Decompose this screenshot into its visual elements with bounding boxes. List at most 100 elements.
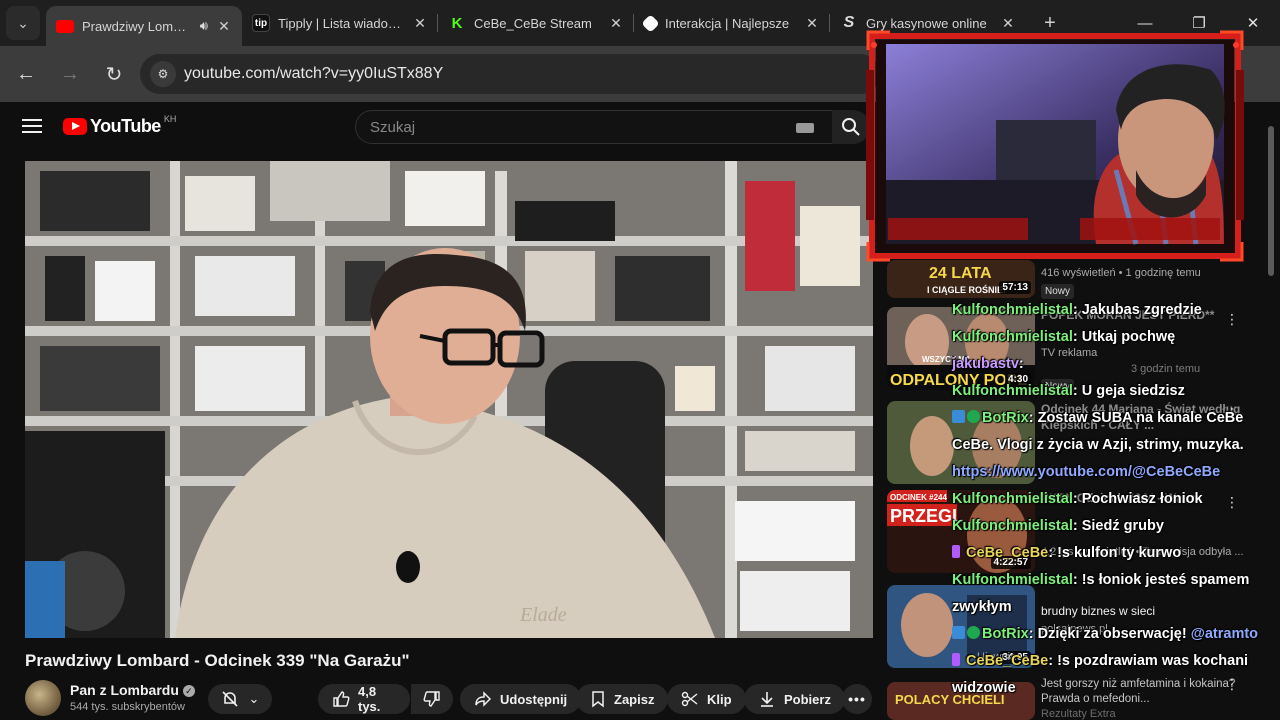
channel-name[interactable]: Pan z Lombardu: [70, 682, 179, 698]
clip-label: Klip: [707, 691, 732, 707]
casino-favicon-icon: S: [843, 14, 855, 31]
chat-message: Kulfonchmielistal: Pochwiasz łoniok: [952, 486, 1272, 513]
streamer-webcam-overlay: [866, 30, 1244, 262]
save-button[interactable]: Zapisz: [576, 684, 669, 714]
bell-off-icon: [221, 691, 238, 707]
browser-tab-youtube[interactable]: Prawdziwy Lombard - Odcinek 339 🔊︎ ✕: [46, 6, 242, 46]
download-button[interactable]: Pobierz: [744, 684, 845, 714]
chat-username[interactable]: CeBe_CeBe: [966, 653, 1048, 669]
chat-link[interactable]: https://www.youtube.com/@CeBeCeBe: [952, 464, 1220, 480]
thumbs-up-icon: [333, 691, 350, 707]
browser-tab-tipply[interactable]: tip Tipply | Lista wiadomości ✕: [242, 0, 438, 46]
chat-username[interactable]: jakubastv: [952, 356, 1019, 372]
menu-icon[interactable]: [22, 116, 42, 136]
dislike-button[interactable]: [411, 684, 453, 714]
recommendation-item[interactable]: 24 LATA I CIĄGLE ROŚNIE! 57:13 416 wyświe…: [887, 260, 1265, 302]
address-bar[interactable]: ⚙︎ youtube.com/watch?v=yy0IuSTx88Y: [140, 54, 880, 94]
tab-title: Gry kasynowe online: [866, 15, 987, 31]
chat-message: BotRix: Zostaw SUBA na kanale CeBe: [952, 405, 1272, 432]
chat-message: zwykłym: [952, 594, 1272, 621]
search-input[interactable]: [370, 118, 790, 136]
chat-text: : !s pozdrawiam was kochani: [1048, 653, 1249, 669]
chat-message: widzowie: [952, 675, 1272, 702]
download-label: Pobierz: [784, 691, 831, 707]
bot-badge-icon: [952, 626, 965, 639]
recommendation-thumbnail[interactable]: 24 LATA I CIĄGLE ROŚNIE! 57:13: [887, 260, 1035, 298]
share-icon: [475, 691, 492, 707]
chat-message: BotRix: Dzięki za obserwację! @atramto: [952, 621, 1272, 648]
scrollbar-thumb[interactable]: [1268, 126, 1274, 276]
back-button[interactable]: ←: [6, 54, 46, 94]
chat-username[interactable]: BotRix: [982, 626, 1029, 642]
channel-avatar[interactable]: [25, 680, 61, 716]
notification-bell-button[interactable]: ⌄: [208, 684, 272, 714]
tab-search-button[interactable]: ⌄: [6, 6, 40, 40]
chat-text: widzowie: [952, 680, 1016, 696]
close-tab-icon[interactable]: ✕: [608, 15, 624, 32]
thumbs-down-icon: [423, 691, 440, 707]
bookmark-icon: [592, 691, 604, 708]
chat-text: zwykłym: [952, 599, 1012, 615]
more-actions-button[interactable]: •••: [842, 684, 872, 714]
arrow-left-icon: ←: [16, 62, 36, 85]
chat-username[interactable]: Kulfonchmielistal: [952, 491, 1073, 507]
country-code: KH: [163, 113, 177, 124]
tab-title: Prawdziwy Lombard - Odcinek 339: [82, 18, 192, 34]
chat-username[interactable]: Kulfonchmielistal: [952, 329, 1073, 345]
chat-message: Kulfonchmielistal: Siedź gruby: [952, 513, 1272, 540]
chat-text: CeBe. Vlogi z życia w Azji, strimy, muzy…: [952, 437, 1244, 453]
keyboard-icon[interactable]: [796, 123, 814, 133]
verified-badge-icon: [967, 410, 980, 423]
broadcaster-badge-icon: [952, 653, 960, 666]
scissors-icon: [681, 691, 698, 707]
speaker-icon[interactable]: 🔊︎: [200, 18, 208, 34]
chat-message: Kulfonchmielistal: Jakubas zgredzie: [952, 297, 1272, 324]
like-count: 4,8 tys.: [358, 684, 381, 714]
chevron-down-icon: ⌄: [248, 691, 260, 706]
chat-mention[interactable]: @atramto: [1191, 626, 1258, 642]
chat-text: :: [1018, 356, 1024, 372]
chat-username[interactable]: Kulfonchmielistal: [952, 572, 1073, 588]
video-player[interactable]: Elade: [25, 161, 873, 638]
chat-text: : Pochwiasz łoniok: [1072, 491, 1203, 507]
close-tab-icon[interactable]: ✕: [412, 15, 428, 32]
share-button[interactable]: Udostępnij: [460, 684, 582, 714]
browser-tab-interakcja[interactable]: Interakcja | Najlepsze ✕: [634, 0, 830, 46]
reload-icon: ↻: [105, 63, 123, 86]
like-button[interactable]: 4,8 tys.: [318, 684, 410, 714]
chat-username[interactable]: BotRix: [982, 410, 1029, 426]
reload-button[interactable]: ↻: [94, 54, 134, 94]
youtube-logo[interactable]: YouTube KH: [63, 113, 177, 137]
chat-text: : Utkaj pochwę: [1072, 329, 1176, 345]
youtube-favicon-icon: [56, 19, 74, 33]
channel-info: Pan z Lombardu ✓ 544 tys. subskrybentów: [25, 680, 365, 716]
search-box: [355, 110, 833, 144]
site-info-icon[interactable]: ⚙︎: [150, 61, 176, 87]
chat-username[interactable]: Kulfonchmielistal: [952, 518, 1073, 534]
verified-badge-icon: [967, 626, 980, 639]
chat-text: : Jakubas zgredzie: [1072, 302, 1202, 318]
close-tab-icon[interactable]: ✕: [1000, 15, 1016, 32]
chat-username[interactable]: Kulfonchmielistal: [952, 302, 1073, 318]
duration-badge: 57:13: [999, 281, 1031, 294]
browser-tab-kick[interactable]: K CeBe_CeBe Stream ✕: [438, 0, 634, 46]
arrow-right-icon: →: [60, 62, 80, 85]
chat-message: CeBe_CeBe: !s pozdrawiam was kochani: [952, 648, 1272, 675]
forward-button[interactable]: →: [50, 54, 90, 94]
close-tab-icon[interactable]: ✕: [216, 18, 232, 35]
chat-username[interactable]: CeBe_CeBe: [966, 545, 1048, 561]
thumb-text: 24 LATA: [929, 265, 992, 282]
chat-message: CeBe. Vlogi z życia w Azji, strimy, muzy…: [952, 432, 1272, 459]
stream-chat-overlay: Kulfonchmielistal: Jakubas zgredzie Kulfo…: [952, 297, 1272, 702]
chat-text: : Dzięki za obserwację!: [1028, 626, 1191, 642]
search-button[interactable]: [832, 110, 870, 144]
chevron-down-icon: ⌄: [17, 14, 29, 31]
clip-button[interactable]: Klip: [667, 684, 746, 714]
channel-name-row[interactable]: Pan z Lombardu ✓: [70, 682, 195, 698]
chat-text: : !s łoniok jesteś spamem: [1072, 572, 1250, 588]
more-horizontal-icon: •••: [848, 691, 866, 707]
chat-username[interactable]: Kulfonchmielistal: [952, 383, 1073, 399]
recommendation-meta: 416 wyświetleń • 1 godzinę temu: [1041, 267, 1201, 279]
chat-message: CeBe_CeBe: !s kulfon ty kurwo: [952, 540, 1272, 567]
close-tab-icon[interactable]: ✕: [804, 15, 820, 32]
